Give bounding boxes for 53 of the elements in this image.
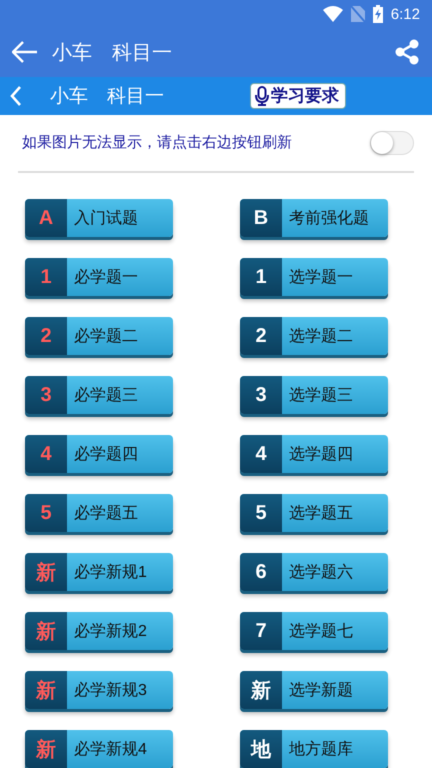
quiz-button[interactable]: 2 选学题二 <box>240 317 388 355</box>
quiz-button[interactable]: 地 地方题库 <box>240 730 388 768</box>
quiz-badge: 2 <box>25 317 67 355</box>
quiz-badge: 1 <box>25 258 67 296</box>
page-title: 小车 科目一 <box>50 84 165 109</box>
quiz-badge: 5 <box>240 494 282 532</box>
quiz-badge: 2 <box>240 317 282 355</box>
quiz-badge: 3 <box>25 376 67 414</box>
quiz-badge: 新 <box>25 612 67 650</box>
study-requirements-button[interactable]: 学习要求 <box>250 82 346 109</box>
quiz-button[interactable]: A 入门试题 <box>25 199 173 237</box>
quiz-badge: 4 <box>240 435 282 473</box>
quiz-button[interactable]: 4 必学题四 <box>25 435 173 473</box>
quiz-button[interactable]: 5 必学题五 <box>25 494 173 532</box>
quiz-button[interactable]: 新 选学新题 <box>240 671 388 709</box>
quiz-badge: 6 <box>240 553 282 591</box>
quiz-badge: B <box>240 199 282 237</box>
quiz-badge: 5 <box>25 494 67 532</box>
quiz-button[interactable]: 3 选学题三 <box>240 376 388 414</box>
quiz-badge: 新 <box>240 671 282 709</box>
quiz-badge: 1 <box>240 258 282 296</box>
quiz-button[interactable]: 4 选学题四 <box>240 435 388 473</box>
quiz-badge: 新 <box>25 730 67 768</box>
quiz-button[interactable]: 1 选学题一 <box>240 258 388 296</box>
quiz-badge: 新 <box>25 671 67 709</box>
refresh-toggle[interactable] <box>370 130 414 155</box>
quiz-badge: A <box>25 199 67 237</box>
share-icon[interactable] <box>394 39 420 66</box>
quiz-button[interactable]: 2 必学题二 <box>25 317 173 355</box>
quiz-button[interactable]: 6 选学题六 <box>240 553 388 591</box>
app-title: 小车 科目一 <box>52 38 173 66</box>
back-chevron-icon[interactable] <box>10 86 22 106</box>
no-sim-icon <box>350 6 365 22</box>
quiz-button[interactable]: 新 必学新规1 <box>25 553 173 591</box>
quiz-button[interactable]: 1 必学题一 <box>25 258 173 296</box>
quiz-badge: 新 <box>25 553 67 591</box>
quiz-badge: 4 <box>25 435 67 473</box>
quiz-button[interactable]: 7 选学题七 <box>240 612 388 650</box>
back-arrow-icon[interactable] <box>12 41 38 64</box>
quiz-button[interactable]: 3 必学题三 <box>25 376 173 414</box>
quiz-badge: 地 <box>240 730 282 768</box>
wifi-icon <box>322 6 343 22</box>
quiz-button[interactable]: 新 必学新规2 <box>25 612 173 650</box>
quiz-button[interactable]: 新 必学新规4 <box>25 730 173 768</box>
quiz-badge: 3 <box>240 376 282 414</box>
quiz-button[interactable]: 新 必学新规3 <box>25 671 173 709</box>
status-time: 6:12 <box>390 6 420 23</box>
quiz-badge: 7 <box>240 612 282 650</box>
microphone-icon <box>255 86 269 106</box>
battery-charging-icon <box>372 5 383 24</box>
quiz-button[interactable]: B 考前强化题 <box>240 199 388 237</box>
quiz-button[interactable]: 5 选学题五 <box>240 494 388 532</box>
notice-text: 如果图片无法显示，请点击右边按钮刷新 <box>22 133 293 152</box>
